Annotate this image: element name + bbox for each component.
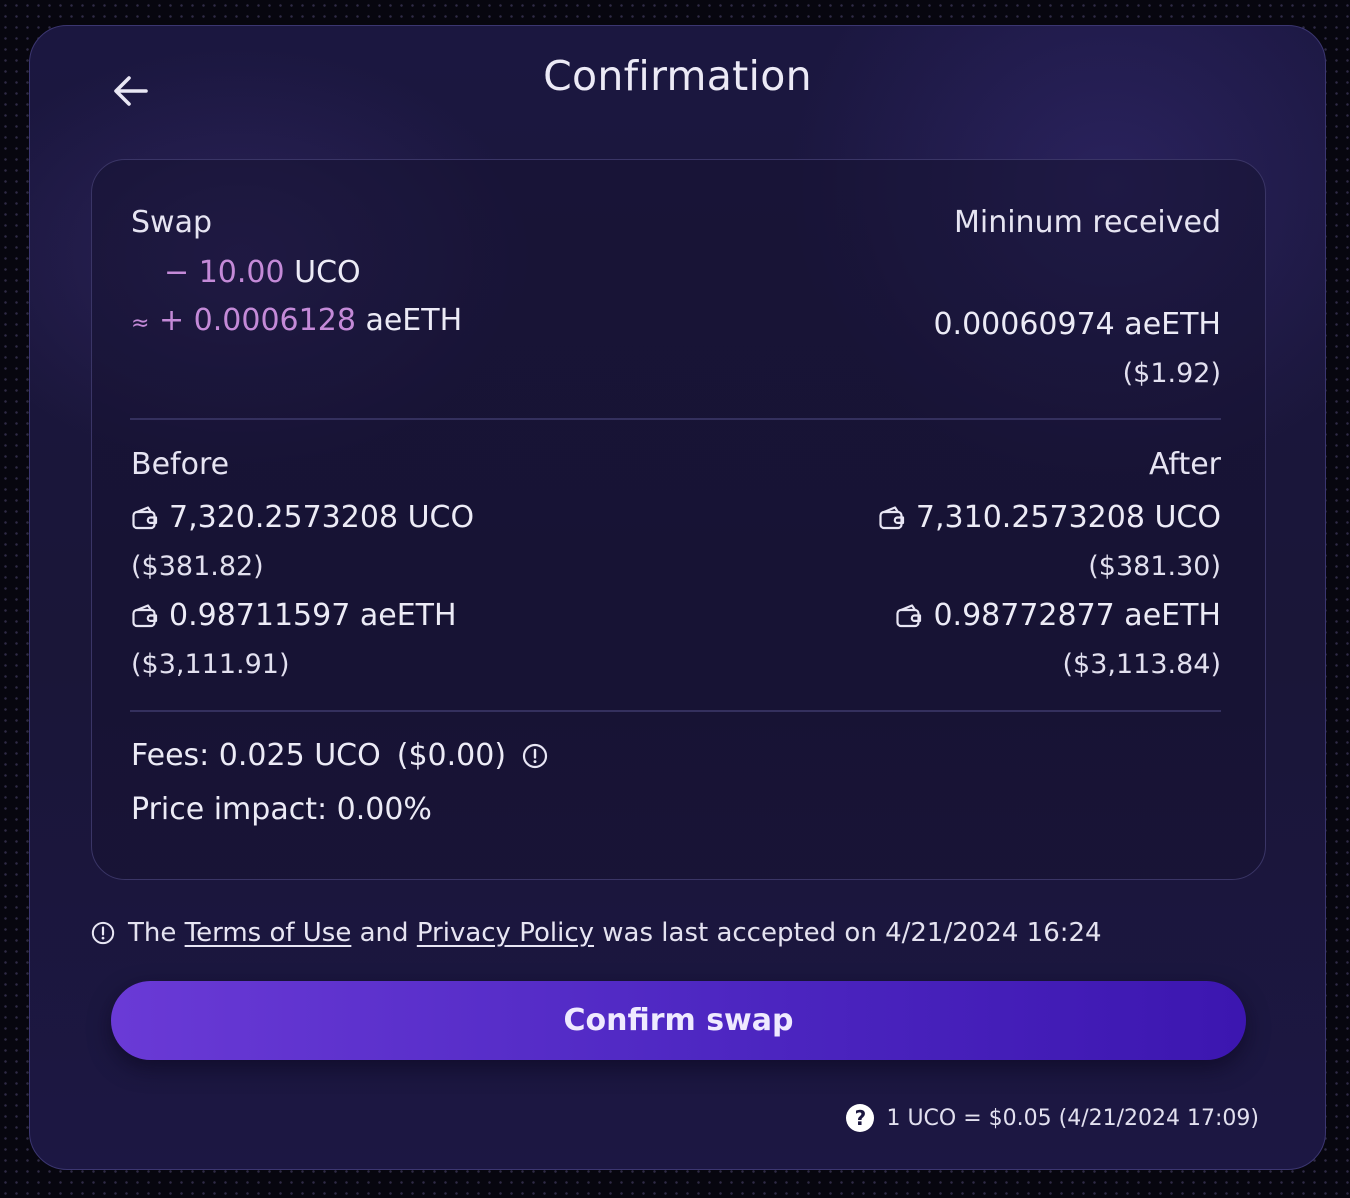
fees-text: Fees: 0.025 UCO (131, 738, 381, 773)
after-uco-row: 7,310.2573208 UCO (878, 500, 1221, 535)
fees-row: Fees: 0.025 UCO ($0.00) (131, 738, 548, 773)
info-circle-icon[interactable] (522, 743, 548, 769)
before-label: Before (131, 447, 230, 482)
after-aeeth-usd: ($3,113.84) (1062, 649, 1221, 680)
before-aeeth-amount: 0.98711597 aeETH (169, 598, 457, 633)
swap-to-token: aeETH (365, 303, 463, 338)
before-uco-usd: ($381.82) (131, 551, 264, 582)
after-aeeth-row: 0.98772877 aeETH (895, 598, 1221, 633)
page-title: Confirmation (543, 52, 812, 100)
swap-from-sign: − (164, 255, 190, 290)
confirmation-panel: Confirmation Swap − 10.00 UCO ≈ + 0.0006… (29, 25, 1326, 1170)
swap-to-approx: ≈ (131, 311, 150, 336)
swap-from-token: UCO (294, 255, 361, 290)
before-uco-amount: 7,320.2573208 UCO (169, 500, 475, 535)
wallet-icon (879, 505, 905, 529)
terms-notice: The Terms of Use and Privacy Policy was … (91, 918, 1102, 948)
wallet-icon (132, 603, 158, 627)
minimum-received-label: Mininum received (953, 205, 1221, 240)
fees-usd: ($0.00) (396, 738, 507, 773)
exchange-rate: ? 1 UCO = $0.05 (4/21/2024 17:09) (846, 1104, 1259, 1132)
swap-summary-card: Swap − 10.00 UCO ≈ + 0.0006128 aeETH Min… (91, 159, 1266, 880)
terms-prefix: The (128, 918, 177, 948)
confirm-swap-button[interactable]: Confirm swap (111, 981, 1246, 1060)
after-aeeth-amount: 0.98772877 aeETH (933, 598, 1221, 633)
terms-of-use-link[interactable]: Terms of Use (185, 918, 352, 948)
swap-from-row: − 10.00 UCO (164, 255, 361, 290)
before-aeeth-usd: ($3,111.91) (131, 649, 290, 680)
wallet-icon (896, 603, 922, 627)
exchange-rate-text: 1 UCO = $0.05 (4/21/2024 17:09) (886, 1105, 1259, 1131)
divider (130, 418, 1221, 420)
before-aeeth-row: 0.98711597 aeETH (131, 598, 457, 633)
swap-to-row: ≈ + 0.0006128 aeETH (131, 303, 462, 338)
info-circle-icon (91, 921, 115, 945)
divider (130, 710, 1221, 712)
after-uco-amount: 7,310.2573208 UCO (915, 500, 1221, 535)
after-uco-usd: ($381.30) (1088, 551, 1221, 582)
question-circle-icon[interactable]: ? (846, 1104, 875, 1132)
before-uco-row: 7,320.2573208 UCO (131, 500, 474, 535)
swap-to-amount: 0.0006128 (193, 303, 356, 338)
privacy-policy-link[interactable]: Privacy Policy (417, 918, 594, 948)
price-impact: Price impact: 0.00% (131, 792, 432, 827)
after-label: After (1148, 447, 1221, 482)
minimum-received-usd: ($1.92) (1122, 358, 1221, 389)
swap-from-amount: 10.00 (198, 255, 285, 290)
swap-to-sign: + (158, 303, 185, 338)
wallet-icon (132, 505, 158, 529)
swap-label: Swap (131, 205, 213, 240)
terms-and: and (359, 918, 409, 948)
minimum-received-amount: 0.00060974 aeETH (933, 307, 1221, 342)
terms-suffix: was last accepted on 4/21/2024 16:24 (602, 918, 1102, 948)
